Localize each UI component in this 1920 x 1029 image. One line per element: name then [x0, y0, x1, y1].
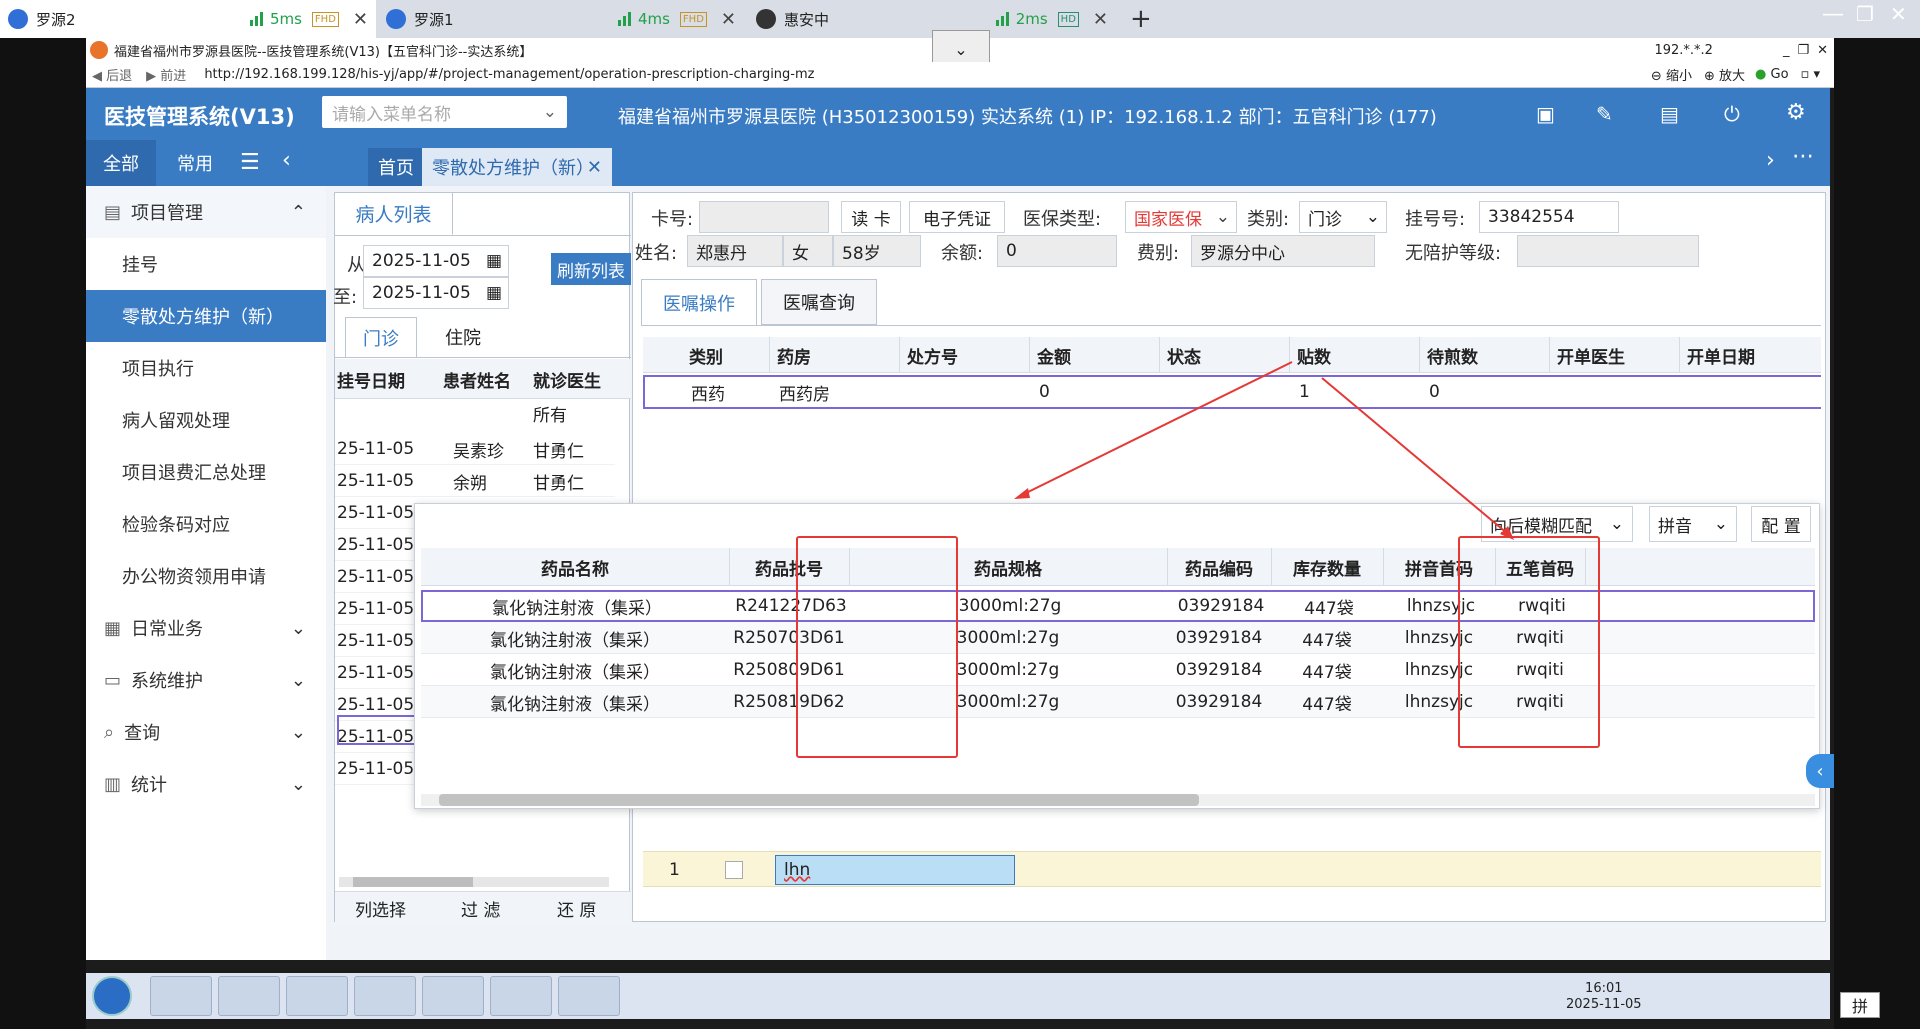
taskbar-db-app[interactable] [218, 976, 280, 1016]
clock-date: 2025-11-05 [1566, 997, 1642, 1012]
annotation-arrows [1014, 361, 1514, 540]
clock: 16:01 2025-11-05 [1566, 981, 1642, 1013]
ime-indicator[interactable]: 拼 [1840, 992, 1880, 1018]
start-button[interactable] [92, 976, 132, 1016]
arrow-line-left [1023, 361, 1293, 495]
arrow-line-right [1321, 377, 1509, 535]
taskbar-compass-app[interactable] [354, 976, 416, 1016]
windows-taskbar: 16:01 2025-11-05 [86, 973, 1830, 1019]
taskbar-folder-app[interactable] [286, 976, 348, 1016]
taskbar-chrome-app[interactable] [422, 976, 484, 1016]
arrow-head-left [1014, 488, 1030, 499]
clock-time: 16:01 [1585, 981, 1623, 996]
taskbar-his-app[interactable] [558, 976, 620, 1016]
taskbar-media-app[interactable] [490, 976, 552, 1016]
taskbar-sql-app[interactable] [150, 976, 212, 1016]
side-collapse-button[interactable]: ‹ [1806, 754, 1834, 788]
